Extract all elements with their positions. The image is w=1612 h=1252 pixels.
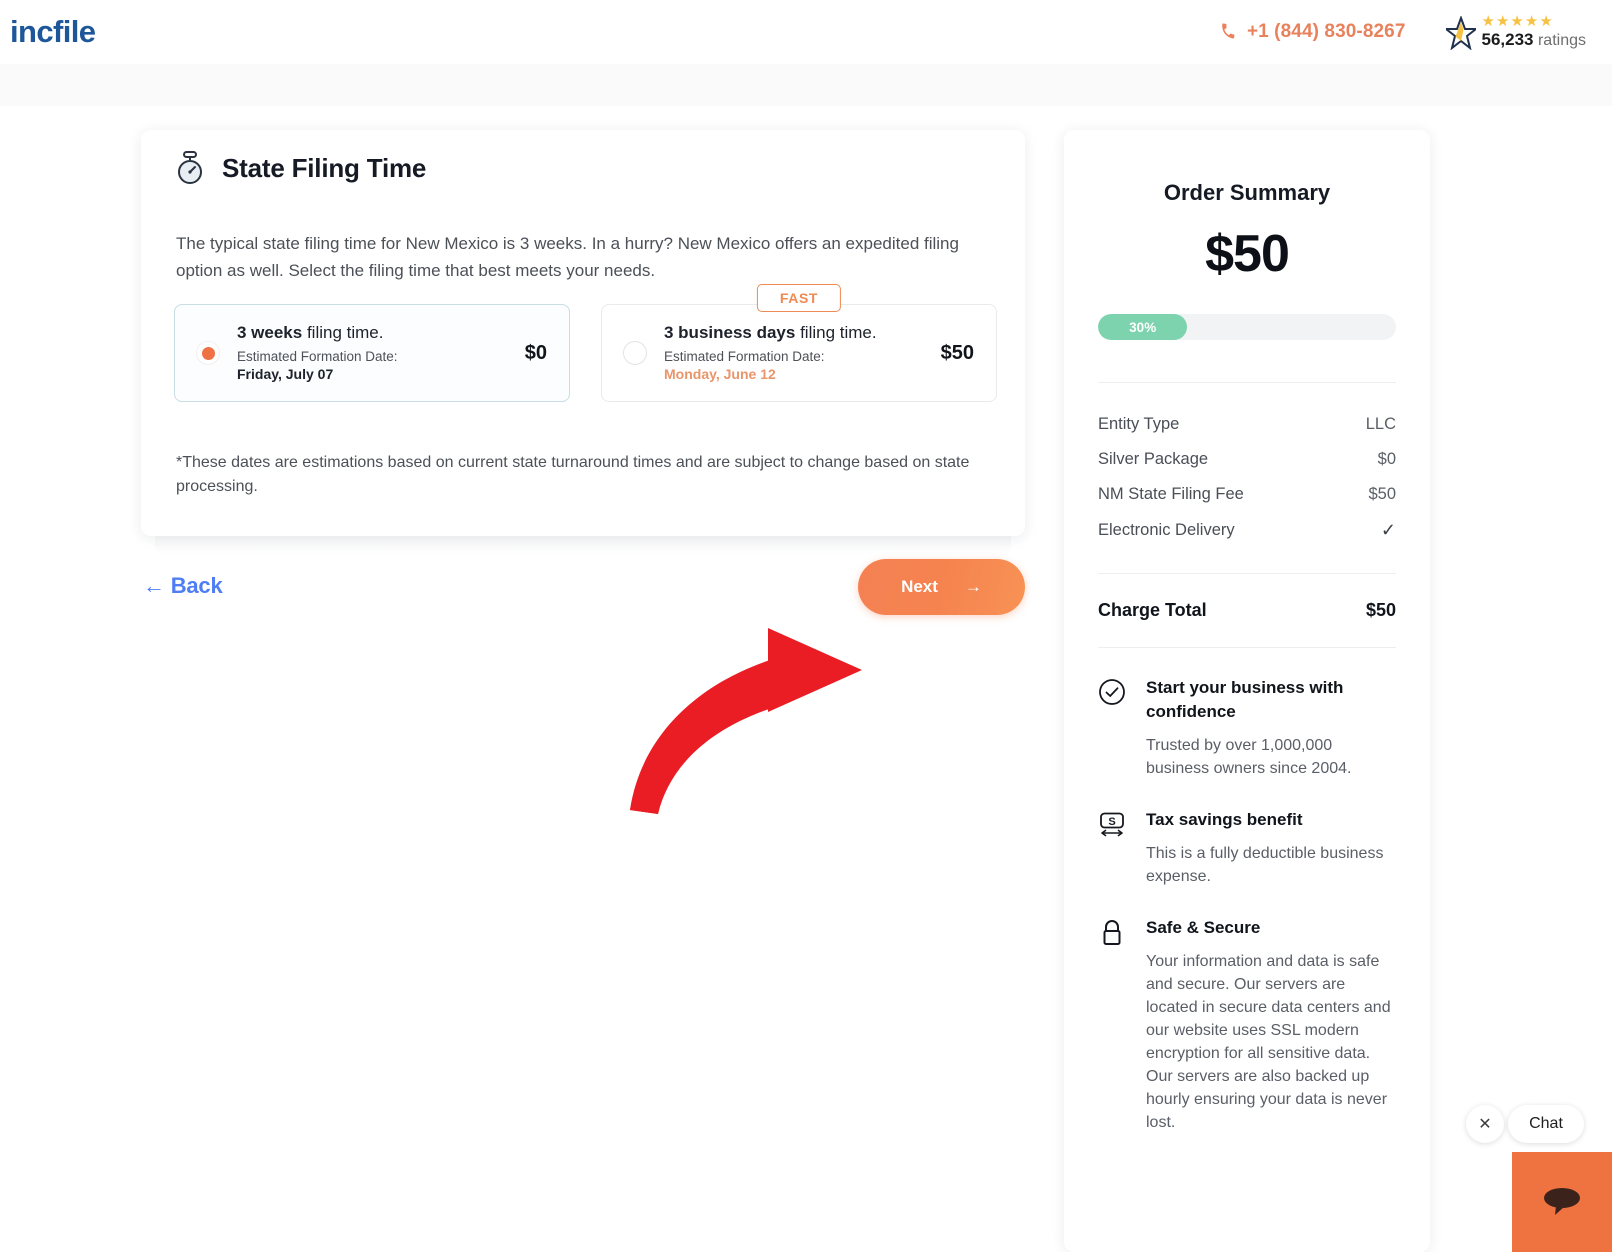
star-icon: ★ [1524, 12, 1539, 30]
summary-row-state-filing-fee: NM State Filing Fee $50 [1098, 477, 1396, 512]
radio-dot-icon [201, 346, 215, 360]
filing-option-expedited-duration: 3 business days [664, 323, 796, 342]
state-filing-time-card: State Filing Time The typical state fili… [141, 130, 1025, 536]
filing-options-group: 3 weeks filing time. Estimated Formation… [174, 284, 997, 402]
summary-value: $50 [1368, 485, 1396, 503]
fast-badge: FAST [756, 284, 842, 312]
trust-text: This is a fully deductible business expe… [1146, 845, 1384, 885]
ratings-detail: ★ ★ ★ ★ ★ 56,233 ratings [1481, 12, 1586, 50]
page-root: incfile +1 (844) 830-8267 ★ ★ ★ ★ ★ 56,2… [0, 0, 1612, 1252]
checkmark-icon: ✓ [1380, 520, 1396, 540]
filing-option-expedited-headline: 3 business days filing time. [664, 323, 941, 343]
trust-item-safe-secure: Safe & Secure Your information and data … [1098, 916, 1396, 1134]
lock-icon [1098, 916, 1128, 1134]
trust-item-confidence-body: Start your business with confidence Trus… [1146, 676, 1396, 780]
summary-row-silver-package: Silver Package $0 [1098, 442, 1396, 477]
svg-text:S: S [1108, 816, 1115, 828]
star-icon: ★ [1510, 12, 1524, 30]
trust-title: Start your business with confidence [1146, 678, 1344, 721]
chat-launcher-button[interactable] [1512, 1152, 1612, 1252]
star-rating-icons: ★ ★ ★ ★ ★ [1481, 12, 1586, 30]
phone-number: +1 (844) 830-8267 [1246, 21, 1406, 42]
stopwatch-icon [174, 150, 206, 186]
ratings-count: 56,233 [1481, 29, 1534, 49]
filing-option-expedited[interactable]: FAST 3 business days filing time. Estima… [601, 284, 997, 402]
trust-badges: Start your business with confidence Trus… [1098, 676, 1396, 1134]
annotation-arrow-icon [630, 628, 862, 814]
page-title: State Filing Time [222, 152, 427, 183]
phone-icon [1218, 20, 1239, 43]
trust-title: Safe & Secure [1146, 918, 1261, 937]
order-summary-rows: Entity Type LLC Silver Package $0 NM Sta… [1098, 407, 1396, 549]
charge-total-row: Charge Total $50 [1098, 574, 1396, 647]
filing-option-standard-duration: 3 weeks [237, 323, 303, 342]
filing-option-standard-body: 3 weeks filing time. Estimated Formation… [237, 323, 525, 383]
summary-divider-top [1098, 382, 1396, 383]
filing-option-expedited-price: $50 [940, 341, 974, 364]
filing-time-description: The typical state filing time for New Me… [176, 234, 959, 280]
trust-item-tax-savings-body: Tax savings benefit This is a fully dedu… [1146, 808, 1396, 888]
site-header: incfile +1 (844) 830-8267 ★ ★ ★ ★ ★ 56,2… [0, 0, 1612, 64]
star-icon: ★ [1539, 12, 1553, 30]
ratings-word: ratings [1537, 31, 1586, 49]
summary-label: Electronic Delivery [1098, 521, 1235, 539]
filing-option-expedited-date-value: Monday, June 12 [664, 366, 776, 382]
filing-option-standard[interactable]: 3 weeks filing time. Estimated Formation… [174, 304, 570, 402]
star-icon: ★ [1495, 12, 1510, 30]
ratings-badge[interactable]: ★ ★ ★ ★ ★ 56,233 ratings [1442, 12, 1586, 51]
trust-title: Tax savings benefit [1146, 810, 1303, 829]
check-circle-icon [1098, 676, 1128, 780]
order-progress-label: 30% [1129, 319, 1157, 335]
trust-item-confidence: Start your business with confidence Trus… [1098, 676, 1396, 780]
trust-item-safe-secure-body: Safe & Secure Your information and data … [1146, 916, 1396, 1134]
arrow-right-icon: → [964, 577, 982, 596]
radio-standard[interactable] [196, 341, 220, 365]
summary-divider-bottom [1098, 647, 1396, 648]
estimation-disclaimer: *These dates are estimations based on cu… [176, 454, 970, 495]
close-icon: ✕ [1478, 1116, 1492, 1133]
filing-option-standard-headline: 3 weeks filing time. [237, 323, 525, 343]
order-summary-panel: Order Summary $50 30% Entity Type LLC Si… [1064, 130, 1430, 1252]
next-button[interactable]: Next → [858, 559, 1025, 615]
filing-option-standard-price: $0 [524, 341, 547, 364]
filing-option-expedited-date-label: Estimated Formation Date: [664, 349, 825, 364]
radio-expedited[interactable] [623, 341, 647, 365]
chat-prompt-button[interactable]: Chat [1508, 1105, 1584, 1143]
filing-option-expedited-body: 3 business days filing time. Estimated F… [664, 323, 941, 383]
summary-row-electronic-delivery: Electronic Delivery ✓ [1098, 512, 1396, 549]
trust-item-tax-savings: S Tax savings benefit This is a fully de… [1098, 808, 1396, 888]
order-summary-title: Order Summary [1163, 180, 1331, 205]
summary-label: Silver Package [1098, 450, 1209, 468]
filing-option-standard-date-label: Estimated Formation Date: [237, 349, 398, 364]
header-right: +1 (844) 830-8267 ★ ★ ★ ★ ★ 56,233 ratin… [1219, 12, 1586, 51]
page-content: State Filing Time The typical state fili… [0, 64, 1612, 1252]
summary-label: NM State Filing Fee [1098, 485, 1244, 503]
summary-value: LLC [1365, 415, 1396, 433]
filing-option-standard-suffix: filing time. [302, 323, 384, 342]
summary-label: Entity Type [1098, 415, 1180, 433]
trust-text: Trusted by over 1,000,000 business owner… [1146, 737, 1352, 777]
summary-row-entity-type: Entity Type LLC [1098, 407, 1396, 442]
chat-bubble-icon [1539, 1181, 1585, 1224]
next-button-label: Next [901, 577, 938, 596]
star-logo-icon [1442, 14, 1479, 51]
back-button[interactable]: ← Back [143, 573, 223, 599]
card-header: State Filing Time [174, 150, 426, 186]
trust-text: Your information and data is safe and se… [1146, 953, 1391, 1131]
filing-option-expedited-suffix: filing time. [795, 323, 877, 342]
chat-close-button[interactable]: ✕ [1466, 1105, 1504, 1143]
order-summary-amount: $50 [1205, 225, 1290, 283]
filing-option-standard-date-value: Friday, July 07 [237, 366, 334, 382]
incfile-logo[interactable]: incfile [10, 14, 96, 50]
charge-total-label: Charge Total [1098, 600, 1207, 620]
phone-link[interactable]: +1 (844) 830-8267 [1219, 21, 1406, 43]
order-progress-bar: 30% [1098, 314, 1396, 340]
ratings-text: 56,233 ratings [1481, 29, 1586, 49]
charge-total-value: $50 [1365, 600, 1396, 620]
order-progress-fill: 30% [1098, 314, 1188, 340]
tax-savings-icon: S [1098, 808, 1128, 888]
summary-value: $0 [1377, 450, 1396, 468]
background-band [0, 64, 1612, 106]
star-icon: ★ [1481, 12, 1495, 30]
